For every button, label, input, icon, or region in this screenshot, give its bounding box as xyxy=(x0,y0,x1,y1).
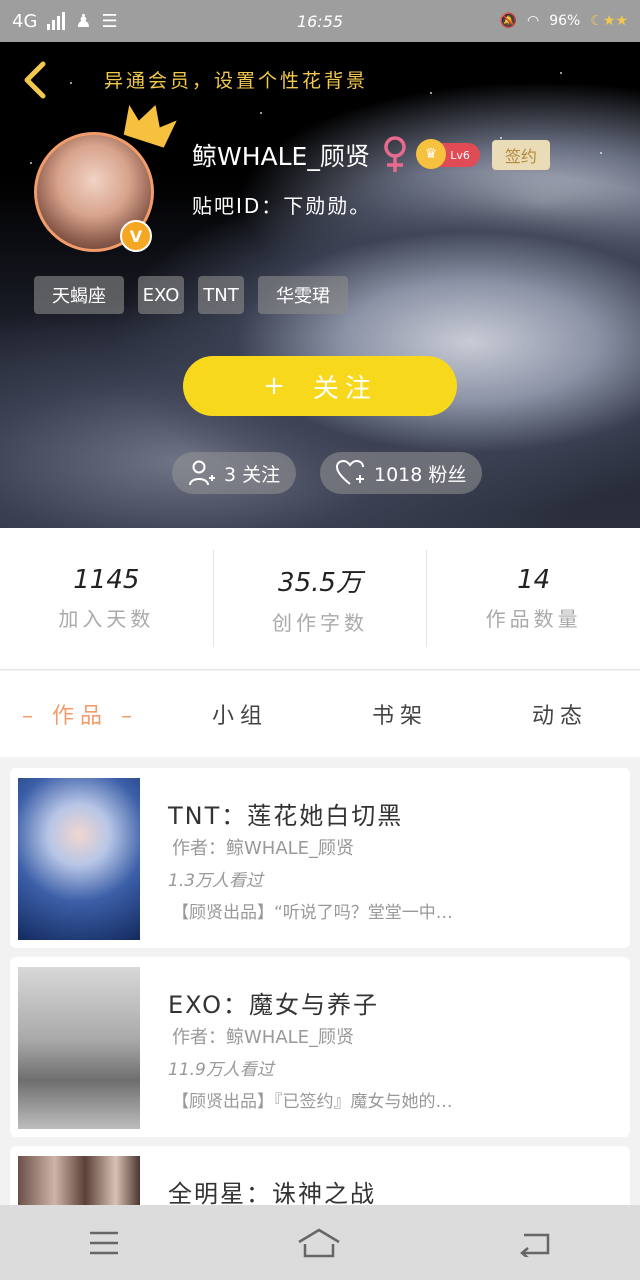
tag: 华雯珺 xyxy=(258,276,348,314)
profile-header: 异通会员，设置个性花背景 V 鲸WHALE_顾贤 Lv6 签约 贴吧ID：下勋勋… xyxy=(0,42,640,528)
heart-plus-icon xyxy=(336,459,364,485)
name-row: 鲸WHALE_顾贤 Lv6 签约 xyxy=(192,136,550,174)
menu-icon[interactable] xyxy=(88,1230,120,1256)
work-description: 【顾贤出品】『已签约』魔女与她的… xyxy=(172,1092,453,1112)
qq-icon: ♟ xyxy=(75,10,92,32)
user-plus-icon xyxy=(189,460,215,486)
stat-words: 35.5万 创作字数 xyxy=(214,550,428,647)
book-cover[interactable] xyxy=(18,1156,140,1205)
status-bar: 4G ♟ ☰ 16:55 🔕 ◠ 96% ☾★★ xyxy=(0,0,640,42)
work-card[interactable]: TNT：莲花她白切黑 作者：鲸WHALE_顾贤 1.3万人看过 【顾贤出品】“听… xyxy=(10,768,630,948)
avatar-container[interactable]: V xyxy=(34,104,177,252)
work-card[interactable]: EXO：魔女与养子 作者：鲸WHALE_顾贤 11.9万人看过 【顾贤出品】『已… xyxy=(10,957,630,1137)
fans-label: 1018 粉丝 xyxy=(374,463,467,486)
plus-icon: + xyxy=(263,371,285,401)
level-badge: Lv6 xyxy=(415,139,480,169)
following-label: 3 关注 xyxy=(224,463,281,486)
work-title[interactable]: 全明星：诛神之战 xyxy=(168,1174,376,1205)
follow-label: 关注 xyxy=(312,373,377,404)
following-button[interactable]: 3 关注 xyxy=(172,452,297,494)
battery-label: 96% xyxy=(549,13,581,29)
stat-label: 创作字数 xyxy=(272,610,368,635)
signal-icon xyxy=(47,12,66,30)
work-author: 作者：鲸WHALE_顾贤 xyxy=(172,838,355,859)
female-icon xyxy=(384,136,406,172)
stat-label: 加入天数 xyxy=(58,607,155,631)
system-nav-bar xyxy=(0,1205,640,1280)
network-label: 4G xyxy=(12,10,38,32)
work-title[interactable]: TNT：莲花她白切黑 xyxy=(168,796,403,831)
work-card[interactable]: 全明星：诛神之战 xyxy=(10,1146,630,1205)
stat-days: 1145 加入天数 xyxy=(0,550,214,647)
tag: EXO xyxy=(138,276,184,314)
wifi-icon: ◠ xyxy=(527,13,540,29)
back-arrow-icon xyxy=(24,61,46,99)
follow-button[interactable]: + 关注 xyxy=(183,356,457,416)
stat-label: 作品数量 xyxy=(485,607,582,631)
tag: TNT xyxy=(198,276,244,314)
tab-groups[interactable]: 小组 xyxy=(160,698,320,730)
work-author: 作者：鲸WHALE_顾贤 xyxy=(172,1027,355,1048)
tieba-id: 贴吧ID：下勋勋。 xyxy=(192,194,372,218)
tag: 天蝎座 xyxy=(34,276,124,314)
background-hint[interactable]: 异通会员，设置个性花背景 xyxy=(104,66,368,93)
stat-works: 14 作品数量 xyxy=(427,550,640,647)
work-description: 【顾贤出品】“听说了吗？堂堂一中… xyxy=(172,903,453,923)
signed-badge: 签约 xyxy=(491,140,550,170)
verified-badge: V xyxy=(120,220,152,252)
book-cover[interactable] xyxy=(18,778,140,940)
work-views: 11.9万人看过 xyxy=(168,1060,274,1080)
book-cover[interactable] xyxy=(18,967,140,1129)
back-button[interactable] xyxy=(14,58,54,102)
stats-bar: 1145 加入天数 35.5万 创作字数 14 作品数量 xyxy=(0,528,640,670)
stat-value: 14 xyxy=(517,565,551,595)
username: 鲸WHALE_顾贤 xyxy=(192,142,370,171)
mute-icon: 🔕 xyxy=(499,13,517,29)
stat-value: 35.5万 xyxy=(278,567,362,598)
tab-works[interactable]: – 作品 – xyxy=(0,698,160,730)
fans-button[interactable]: 1018 粉丝 xyxy=(320,452,483,494)
tab-bar: – 作品 – 小组 书架 动态 xyxy=(0,671,640,757)
home-icon[interactable] xyxy=(297,1228,341,1258)
back-icon[interactable] xyxy=(518,1229,552,1257)
moon-stars-icon: ☾★★ xyxy=(590,13,628,29)
tab-bookshelf[interactable]: 书架 xyxy=(320,698,480,730)
work-title[interactable]: EXO：魔女与养子 xyxy=(168,985,379,1020)
works-list: TNT：莲花她白切黑 作者：鲸WHALE_顾贤 1.3万人看过 【顾贤出品】“听… xyxy=(0,757,640,1205)
tab-activity[interactable]: 动态 xyxy=(480,698,640,730)
stat-value: 1145 xyxy=(73,565,140,595)
tag-list: 天蝎座 EXO TNT 华雯珺 xyxy=(34,276,348,314)
work-views: 1.3万人看过 xyxy=(168,871,264,891)
database-icon: ☰ xyxy=(101,10,118,32)
